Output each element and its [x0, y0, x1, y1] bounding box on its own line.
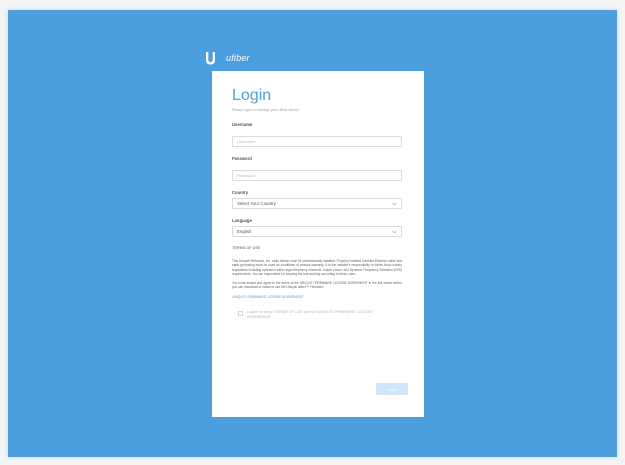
terms-heading: TERMS OF USE	[232, 246, 261, 250]
country-select[interactable]: Select Your Country	[232, 198, 402, 209]
login-button[interactable]: Login	[376, 383, 408, 395]
language-label: Language	[232, 218, 252, 223]
chevron-down-icon	[392, 230, 397, 234]
page-background: ufiber Login Please login to manage your…	[8, 10, 617, 457]
agree-text: I agree to these TERMS OF USE and the UB…	[247, 309, 373, 319]
username-label: Username	[232, 122, 253, 127]
language-select[interactable]: English	[232, 226, 402, 237]
password-input[interactable]	[232, 170, 402, 181]
country-label: Country	[232, 190, 249, 195]
chevron-down-icon	[392, 202, 397, 206]
username-input[interactable]	[232, 136, 402, 147]
terms-paragraph: This Ubiquiti Networks, Inc. radio devic…	[232, 259, 402, 276]
license-agreement-link[interactable]: UBIQUITI FIRMWARE LICENSE AGREEMENT	[232, 295, 410, 299]
brand-header: ufiber	[205, 50, 250, 66]
password-label: Password	[232, 156, 252, 161]
language-selected-value: English	[237, 229, 252, 234]
ubiquiti-u-icon	[205, 51, 216, 65]
login-card: Login Please login to manage your ufiber…	[212, 71, 424, 417]
login-title: Login	[232, 87, 272, 104]
login-subtitle: Please login to manage your ufiber devic…	[232, 108, 299, 112]
country-selected-value: Select Your Country	[237, 201, 276, 206]
product-name: ufiber	[226, 53, 250, 63]
terms-paragraph: You must accept and agree to the terms o…	[232, 281, 402, 290]
agree-checkbox[interactable]	[238, 310, 243, 316]
terms-agreement: I agree to these TERMS OF USE and the UB…	[238, 310, 410, 320]
